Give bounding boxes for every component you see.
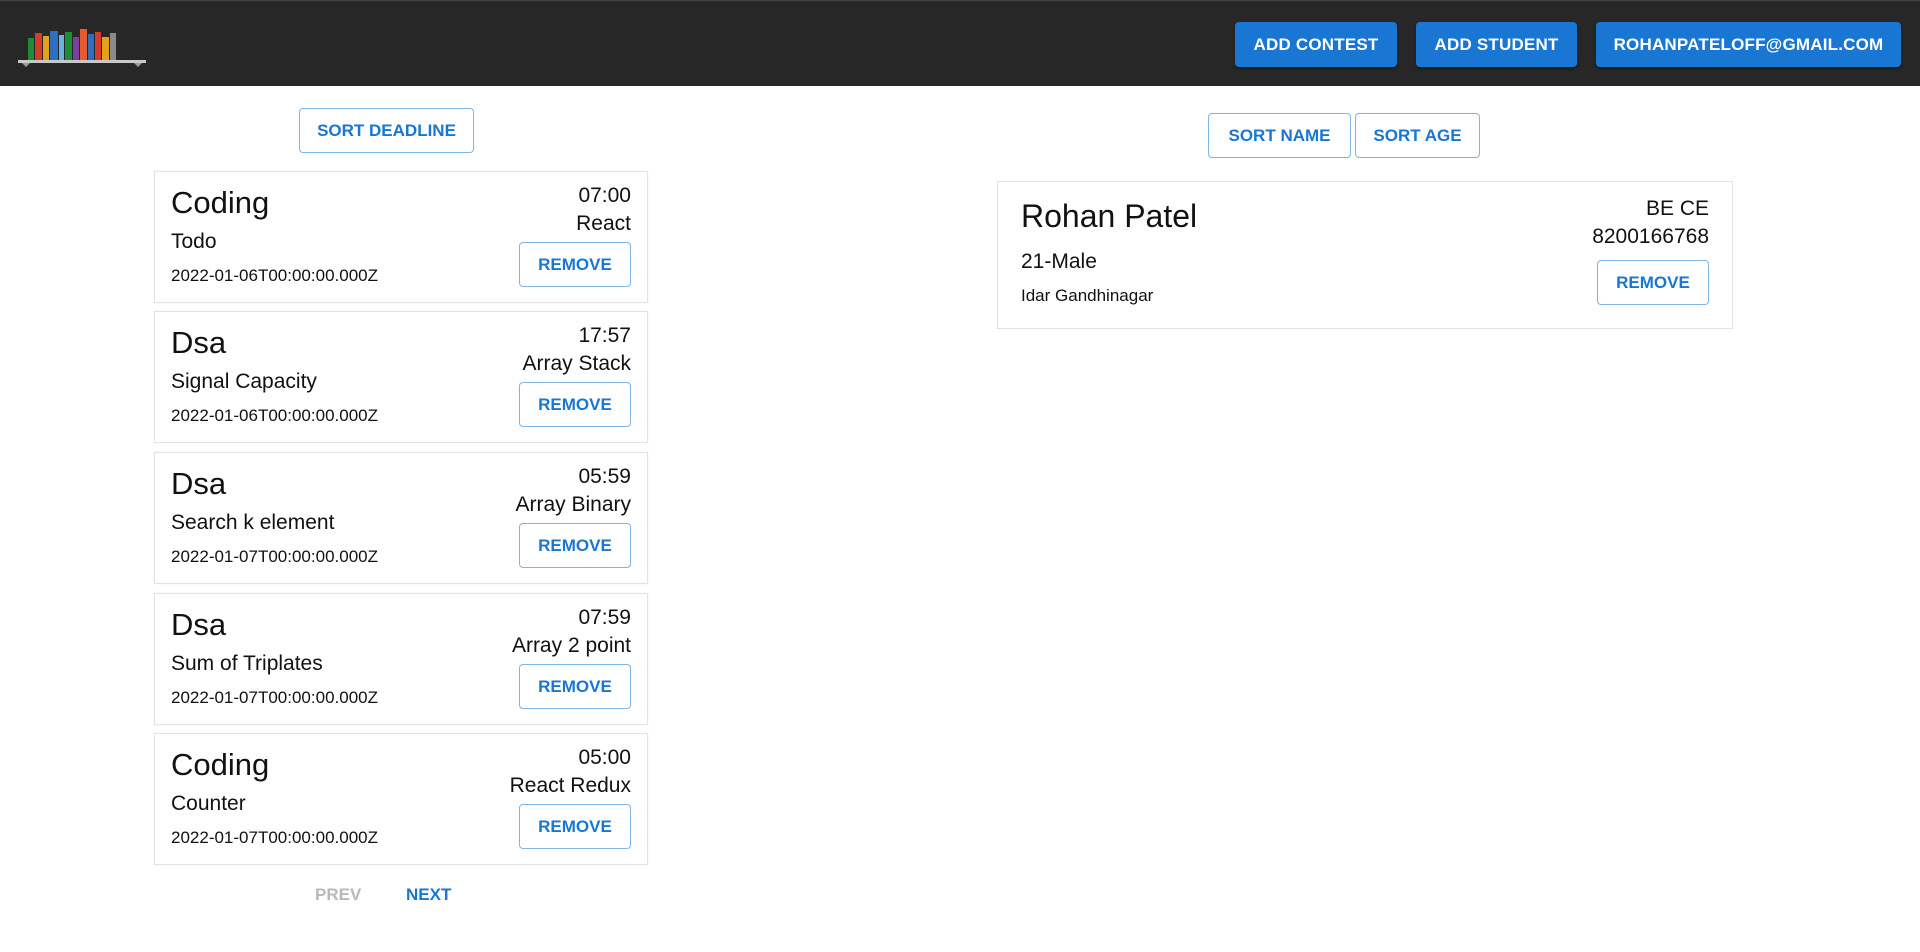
remove-contest-button[interactable]: REMOVE [519,523,631,568]
contest-subtitle: Signal Capacity [171,370,317,393]
contest-tag: React Redux [509,774,631,797]
sort-age-button[interactable]: SORT AGE [1355,113,1480,158]
remove-contest-button[interactable]: REMOVE [519,242,631,287]
student-age-gender: 21-Male [1021,250,1097,273]
student-card: Rohan Patel 21-Male Idar Gandhinagar BE … [997,181,1733,329]
contest-time: 05:00 [578,746,631,769]
contest-date: 2022-01-06T00:00:00.000Z [171,266,378,285]
contest-date: 2022-01-06T00:00:00.000Z [171,406,378,425]
contest-tag: React [576,212,631,235]
student-address: Idar Gandhinagar [1021,286,1154,305]
contest-date: 2022-01-07T00:00:00.000Z [171,828,378,847]
contest-card: Dsa Signal Capacity 2022-01-06T00:00:00.… [154,311,648,443]
contest-date: 2022-01-07T00:00:00.000Z [171,688,378,707]
contest-title: Dsa [171,466,227,501]
contest-title: Coding [171,747,270,782]
student-phone: 8200166768 [1592,225,1709,248]
contest-date: 2022-01-07T00:00:00.000Z [171,547,378,566]
remove-contest-button[interactable]: REMOVE [519,804,631,849]
sort-deadline-button[interactable]: SORT DEADLINE [299,108,474,153]
contest-subtitle: Counter [171,792,246,815]
bookshelf-logo-icon[interactable] [18,23,146,67]
contest-title: Dsa [171,607,227,642]
contest-tag: Array Binary [515,493,631,516]
contest-tag: Array 2 point [511,634,631,657]
contest-subtitle: Sum of Triplates [171,652,323,675]
top-app-bar: ADD CONTEST ADD STUDENT ROHANPATELOFF@GM… [0,0,1920,86]
contest-time: 05:59 [578,465,631,488]
user-email-button[interactable]: ROHANPATELOFF@GMAIL.COM [1596,22,1901,67]
remove-student-button[interactable]: REMOVE [1597,260,1709,305]
prev-page-button[interactable]: PREV [315,885,361,905]
contest-time: 07:00 [578,184,631,207]
remove-contest-button[interactable]: REMOVE [519,664,631,709]
add-contest-button[interactable]: ADD CONTEST [1235,22,1397,67]
contest-card: Coding Todo 2022-01-06T00:00:00.000Z 07:… [154,171,648,303]
contest-time: 17:57 [578,324,631,347]
contest-time: 07:59 [578,606,631,629]
contest-tag: Array Stack [522,352,631,375]
contest-card: Dsa Search k element 2022-01-07T00:00:00… [154,452,648,584]
contest-subtitle: Search k element [171,511,335,534]
contest-title: Dsa [171,325,227,360]
sort-name-button[interactable]: SORT NAME [1208,113,1351,158]
contest-card: Dsa Sum of Triplates 2022-01-07T00:00:00… [154,593,648,725]
student-course: BE CE [1645,197,1709,220]
next-page-button[interactable]: NEXT [406,885,451,905]
student-name: Rohan Patel [1021,198,1198,234]
contest-subtitle: Todo [171,230,217,253]
add-student-button[interactable]: ADD STUDENT [1416,22,1577,67]
contest-card: Coding Counter 2022-01-07T00:00:00.000Z … [154,733,648,865]
contest-title: Coding [171,185,270,220]
remove-contest-button[interactable]: REMOVE [519,382,631,427]
